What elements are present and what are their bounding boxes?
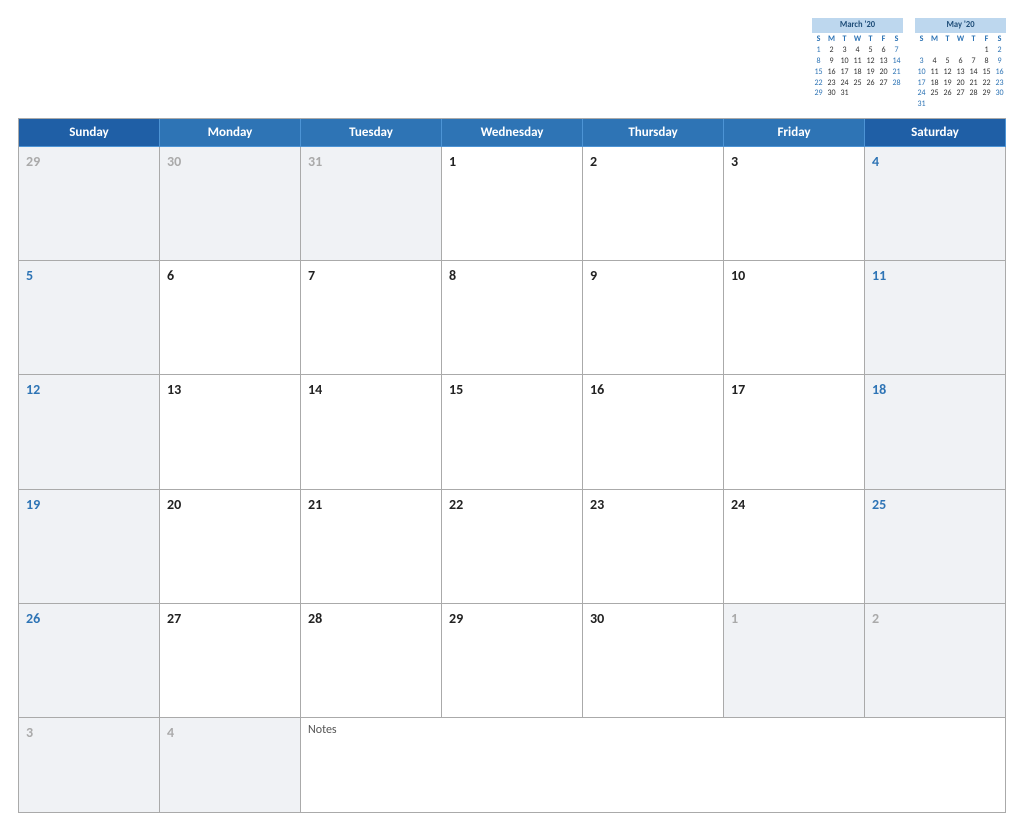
- day-number: 31: [308, 153, 322, 170]
- cal-cell[interactable]: 15: [442, 375, 583, 489]
- day-number: 16: [590, 381, 604, 398]
- day-number: 18: [872, 381, 886, 398]
- day-number: 2: [590, 153, 597, 170]
- mini-cal-title-march: March '20: [812, 18, 903, 33]
- cal-cell[interactable]: 18: [865, 375, 1006, 489]
- day-number: 5: [26, 267, 33, 284]
- day-number: 3: [731, 153, 738, 170]
- cal-cell[interactable]: 2: [583, 147, 724, 261]
- calendar-row-2: 12 13 14 15 16 17 18: [19, 375, 1006, 489]
- cal-cell[interactable]: 20: [160, 490, 301, 604]
- cal-cell[interactable]: 24: [724, 490, 865, 604]
- col-header-friday: Friday: [724, 119, 865, 147]
- main-calendar: SundayMondayTuesdayWednesdayThursdayFrid…: [18, 118, 1006, 813]
- cal-cell[interactable]: 16: [583, 375, 724, 489]
- col-header-tuesday: Tuesday: [301, 119, 442, 147]
- day-number: 1: [449, 153, 456, 170]
- calendar-row-0: 29 30 31 1 2 3 4: [19, 147, 1006, 261]
- notes-row-cell-1[interactable]: 4: [160, 718, 301, 813]
- day-number: 24: [731, 496, 745, 513]
- cal-cell[interactable]: 22: [442, 490, 583, 604]
- notes-row: 3 4 Notes: [19, 718, 1006, 813]
- cal-cell[interactable]: 31: [301, 147, 442, 261]
- cal-cell[interactable]: 19: [19, 490, 160, 604]
- day-number: 14: [308, 381, 322, 398]
- day-number: 11: [872, 267, 886, 284]
- cal-cell[interactable]: 21: [301, 490, 442, 604]
- cal-cell[interactable]: 7: [301, 261, 442, 375]
- cal-cell[interactable]: 23: [583, 490, 724, 604]
- col-header-monday: Monday: [160, 119, 301, 147]
- day-number: 4: [167, 724, 174, 741]
- cal-cell[interactable]: 14: [301, 375, 442, 489]
- col-header-saturday: Saturday: [865, 119, 1006, 147]
- day-number: 10: [731, 267, 745, 284]
- calendar-header-row: SundayMondayTuesdayWednesdayThursdayFrid…: [19, 119, 1006, 147]
- day-number: 1: [731, 610, 738, 627]
- day-number: 15: [449, 381, 463, 398]
- cal-cell[interactable]: 13: [160, 375, 301, 489]
- col-header-sunday: Sunday: [19, 119, 160, 147]
- notes-label: Notes: [308, 723, 337, 737]
- day-number: 17: [731, 381, 745, 398]
- cal-cell[interactable]: 12: [19, 375, 160, 489]
- day-number: 2: [872, 610, 879, 627]
- mini-cal-title-may: May '20: [915, 18, 1006, 33]
- cal-cell[interactable]: 30: [583, 604, 724, 718]
- calendar-body: 2930311234567891011121314151617181920212…: [19, 147, 1006, 813]
- cal-cell[interactable]: 17: [724, 375, 865, 489]
- cal-cell[interactable]: 10: [724, 261, 865, 375]
- cal-cell[interactable]: 3: [724, 147, 865, 261]
- calendar-row-3: 19 20 21 22 23 24 25: [19, 490, 1006, 604]
- col-header-thursday: Thursday: [583, 119, 724, 147]
- calendar-row-1: 5 6 7 8 9 10 11: [19, 261, 1006, 375]
- day-number: 12: [26, 381, 40, 398]
- day-number: 29: [26, 153, 40, 170]
- cal-cell[interactable]: 27: [160, 604, 301, 718]
- notes-cell[interactable]: Notes: [301, 718, 1006, 813]
- day-number: 22: [449, 496, 463, 513]
- cal-cell[interactable]: 5: [19, 261, 160, 375]
- cal-cell[interactable]: 28: [301, 604, 442, 718]
- day-number: 9: [590, 267, 597, 284]
- day-number: 27: [167, 610, 181, 627]
- day-number: 4: [872, 153, 879, 170]
- day-number: 6: [167, 267, 174, 284]
- day-number: 30: [167, 153, 181, 170]
- cal-cell[interactable]: 1: [442, 147, 583, 261]
- day-number: 26: [26, 610, 40, 627]
- page: March '20SMTWTFS123456789101112131415161…: [0, 0, 1024, 823]
- day-number: 23: [590, 496, 604, 513]
- mini-cal-march: March '20SMTWTFS123456789101112131415161…: [812, 18, 903, 110]
- day-number: 28: [308, 610, 322, 627]
- cal-cell[interactable]: 9: [583, 261, 724, 375]
- notes-row-cell-0[interactable]: 3: [19, 718, 160, 813]
- day-number: 13: [167, 381, 181, 398]
- day-number: 19: [26, 496, 40, 513]
- cal-cell[interactable]: 30: [160, 147, 301, 261]
- day-number: 7: [308, 267, 315, 284]
- day-number: 8: [449, 267, 456, 284]
- col-header-wednesday: Wednesday: [442, 119, 583, 147]
- cal-cell[interactable]: 25: [865, 490, 1006, 604]
- cal-cell[interactable]: 1: [724, 604, 865, 718]
- mini-calendars: March '20SMTWTFS123456789101112131415161…: [812, 18, 1006, 110]
- day-number: 25: [872, 496, 886, 513]
- cal-cell[interactable]: 29: [442, 604, 583, 718]
- cal-cell[interactable]: 6: [160, 261, 301, 375]
- header: March '20SMTWTFS123456789101112131415161…: [18, 18, 1006, 110]
- cal-cell[interactable]: 29: [19, 147, 160, 261]
- mini-cal-may: May '20SMTWTFS12345678910111213141516171…: [915, 18, 1006, 110]
- day-number: 30: [590, 610, 604, 627]
- cal-cell[interactable]: 2: [865, 604, 1006, 718]
- day-number: 29: [449, 610, 463, 627]
- cal-cell[interactable]: 4: [865, 147, 1006, 261]
- cal-cell[interactable]: 11: [865, 261, 1006, 375]
- day-number: 21: [308, 496, 322, 513]
- day-number: 3: [26, 724, 33, 741]
- cal-cell[interactable]: 8: [442, 261, 583, 375]
- cal-cell[interactable]: 26: [19, 604, 160, 718]
- calendar-row-4: 26 27 28 29 30 1 2: [19, 604, 1006, 718]
- day-number: 20: [167, 496, 181, 513]
